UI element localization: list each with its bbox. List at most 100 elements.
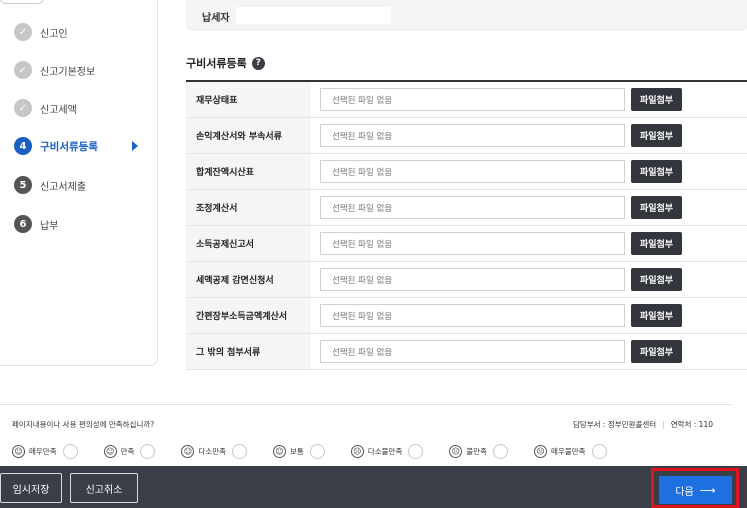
page: ✓ 신고인 ✓ 신고기본정보 ✓ 신고세액 4 구비서류등록 5 신고서제출 6…: [0, 0, 747, 508]
option-label: 다소불만족: [367, 446, 403, 456]
option-label: 보통: [290, 446, 304, 456]
attach-file-button[interactable]: 파일첨부: [631, 88, 682, 111]
step-item-5[interactable]: 5 신고서제출: [14, 175, 86, 195]
step-item-1[interactable]: ✓ 신고인: [14, 22, 68, 42]
step-item-2[interactable]: ✓ 신고기본정보: [14, 60, 95, 80]
attach-file-button[interactable]: 파일첨부: [631, 232, 682, 255]
document-row: 합계잔액시산표 선택된 파일 없음 파일첨부: [186, 154, 747, 190]
file-name-field[interactable]: 선택된 파일 없음: [320, 340, 625, 363]
contact-text: 연락처 : 110: [670, 420, 713, 429]
step-number-badge: 6: [14, 215, 32, 233]
document-label: 그 밖의 첨부서류: [186, 334, 311, 369]
radio-button[interactable]: [493, 443, 509, 459]
option-label: 불만족: [466, 446, 488, 456]
smile-face-icon: ☺: [12, 444, 25, 458]
temp-save-button[interactable]: 임시저장: [0, 473, 62, 503]
step-label: 신고서제출: [40, 181, 86, 193]
step-label: 신고인: [40, 28, 68, 40]
attach-file-button[interactable]: 파일첨부: [631, 268, 682, 291]
step-label: 신고기본정보: [40, 66, 96, 78]
radio-button[interactable]: [408, 443, 424, 459]
document-label: 손익계산서와 부속서류: [186, 118, 311, 153]
frown-face-icon: ☹: [350, 444, 364, 458]
frown-face-icon: ☹: [449, 444, 463, 458]
arrow-right-icon: ⟶: [699, 483, 716, 497]
smile-face-icon: ☺: [181, 444, 195, 458]
taxpayer-box: 납세자: [186, 0, 747, 31]
check-icon: ✓: [14, 61, 32, 79]
document-row: 소득공제신고서 선택된 파일 없음 파일첨부: [186, 226, 747, 262]
divider: |: [662, 420, 665, 429]
survey-contact-info: 담당부서 : 정부민원콜센터 | 연락처 : 110: [573, 419, 713, 430]
survey-option-neutral[interactable]: ☺ 보통: [273, 443, 325, 459]
document-row: 간편장부소득금액계산서 선택된 파일 없음 파일첨부: [186, 298, 747, 334]
satisfaction-survey: 페이지내용이나 사용 편의성에 만족하십니까? 담당부서 : 정부민원콜센터 |…: [0, 404, 733, 466]
option-label: 매우만족: [29, 446, 57, 456]
radio-button[interactable]: [232, 443, 248, 459]
document-row: 조정계산서 선택된 파일 없음 파일첨부: [186, 190, 747, 226]
document-row: 재무상태표 선택된 파일 없음 파일첨부: [186, 82, 747, 118]
step-number-badge: 5: [14, 176, 32, 194]
section-title-text: 구비서류등록: [186, 57, 247, 70]
file-name-field[interactable]: 선택된 파일 없음: [320, 304, 625, 327]
cancel-report-button[interactable]: 신고취소: [70, 473, 138, 503]
document-label: 재무상태표: [186, 82, 311, 117]
check-icon: ✓: [14, 99, 32, 117]
file-name-field[interactable]: 선택된 파일 없음: [320, 196, 625, 219]
attach-file-button[interactable]: 파일첨부: [631, 304, 682, 327]
attach-file-button[interactable]: 파일첨부: [631, 196, 682, 219]
survey-option-somewhat-dissatisfied[interactable]: ☹ 다소불만족: [350, 443, 424, 459]
survey-option-somewhat-satisfied[interactable]: ☺ 다소만족: [181, 443, 248, 459]
step-item-4-active[interactable]: 4 구비서류등록: [14, 136, 154, 156]
step-number-badge: 4: [14, 137, 32, 155]
next-button[interactable]: 다음 ⟶: [659, 476, 732, 504]
sidebar-tab: [0, 0, 44, 4]
taxpayer-label: 납세자: [202, 13, 230, 24]
document-table: 재무상태표 선택된 파일 없음 파일첨부 손익계산서와 부속서류 선택된 파일 …: [186, 80, 747, 370]
step-item-6[interactable]: 6 납부: [14, 214, 58, 234]
document-label: 소득공제신고서: [186, 226, 311, 261]
document-label: 합계잔액시산표: [186, 154, 311, 189]
radio-button[interactable]: [140, 443, 156, 459]
step-label: 구비서류등록: [40, 140, 98, 153]
department-text: 담당부서 : 정부민원콜센터: [572, 420, 657, 429]
option-label: 다소만족: [198, 446, 227, 456]
survey-options: ☺ 매우만족 ☺ 만족 ☺ 다소만족 ☺ 보통 ☹ 다소불만족 ☹ 불만족 ☹ …: [12, 443, 633, 459]
file-name-field[interactable]: 선택된 파일 없음: [320, 232, 625, 255]
survey-option-very-dissatisfied[interactable]: ☹ 매우불만족: [534, 443, 607, 459]
smile-face-icon: ☺: [103, 444, 117, 458]
frown-face-icon: ☹: [534, 444, 548, 458]
file-name-field[interactable]: 선택된 파일 없음: [320, 124, 625, 147]
file-name-field[interactable]: 선택된 파일 없음: [320, 88, 625, 111]
check-icon: ✓: [14, 23, 32, 41]
file-name-field[interactable]: 선택된 파일 없음: [320, 268, 625, 291]
document-row: 그 밖의 첨부서류 선택된 파일 없음 파일첨부: [186, 334, 747, 370]
help-icon[interactable]: ?: [251, 56, 265, 70]
radio-button[interactable]: [591, 443, 607, 459]
step-label: 신고세액: [40, 104, 77, 116]
radio-button[interactable]: [309, 443, 325, 459]
attach-file-button[interactable]: 파일첨부: [631, 124, 682, 147]
document-label: 간편장부소득금액계산서: [186, 298, 311, 333]
radio-button[interactable]: [62, 443, 78, 459]
caret-right-icon: [132, 141, 138, 151]
attach-file-button[interactable]: 파일첨부: [631, 160, 682, 183]
next-button-label: 다음: [675, 486, 694, 498]
step-sidebar: ✓ 신고인 ✓ 신고기본정보 ✓ 신고세액 4 구비서류등록 5 신고서제출 6…: [0, 0, 158, 366]
survey-option-very-satisfied[interactable]: ☺ 매우만족: [12, 443, 78, 459]
bottom-action-bar: 임시저장 신고취소: [0, 466, 747, 508]
option-label: 매우불만족: [551, 446, 586, 456]
step-label: 납부: [40, 220, 59, 232]
document-row: 손익계산서와 부속서류 선택된 파일 없음 파일첨부: [186, 118, 747, 154]
document-row: 세액공제 감면신청서 선택된 파일 없음 파일첨부: [186, 262, 747, 298]
survey-option-satisfied[interactable]: ☺ 만족: [103, 443, 156, 459]
option-label: 만족: [120, 446, 135, 456]
step-item-3[interactable]: ✓ 신고세액: [14, 98, 77, 118]
survey-option-dissatisfied[interactable]: ☹ 불만족: [449, 443, 509, 459]
section-title: 구비서류등록 ?: [186, 55, 265, 71]
document-label: 조정계산서: [186, 190, 311, 225]
attach-file-button[interactable]: 파일첨부: [631, 340, 682, 363]
document-label: 세액공제 감면신청서: [186, 262, 311, 297]
file-name-field[interactable]: 선택된 파일 없음: [320, 160, 625, 183]
taxpayer-value: [236, 7, 391, 24]
